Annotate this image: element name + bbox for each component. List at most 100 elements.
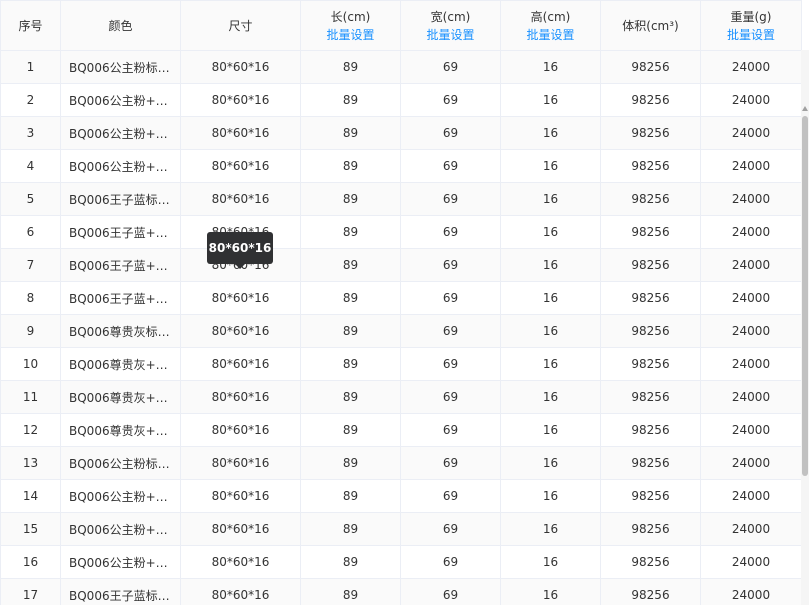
cell-height[interactable]: 16 <box>500 380 601 414</box>
cell-length[interactable]: 89 <box>300 215 401 249</box>
cell-height[interactable]: 16 <box>500 281 601 315</box>
cell-length[interactable]: 89 <box>300 281 401 315</box>
cell-width[interactable]: 69 <box>400 248 501 282</box>
cell-weight[interactable]: 24000 <box>700 182 802 216</box>
cell-length[interactable]: 89 <box>300 248 401 282</box>
cell-color[interactable]: BQ006王子蓝标准... <box>60 182 181 216</box>
cell-color[interactable]: BQ006王子蓝+台... <box>60 248 181 282</box>
cell-width[interactable]: 69 <box>400 512 501 546</box>
vertical-scrollbar[interactable] <box>801 50 809 605</box>
cell-size[interactable]: 80*60*16 <box>180 380 301 414</box>
cell-width[interactable]: 69 <box>400 149 501 183</box>
cell-width[interactable]: 69 <box>400 314 501 348</box>
cell-length[interactable]: 89 <box>300 83 401 117</box>
cell-width[interactable]: 69 <box>400 116 501 150</box>
cell-height[interactable]: 16 <box>500 50 601 84</box>
cell-color[interactable]: BQ006尊贵灰标准... <box>60 314 181 348</box>
cell-length[interactable]: 89 <box>300 149 401 183</box>
cell-height[interactable]: 16 <box>500 578 601 605</box>
cell-size[interactable]: 80*60*16 <box>180 149 301 183</box>
cell-size[interactable]: 80*60*16 <box>180 479 301 513</box>
cell-weight[interactable]: 24000 <box>700 545 802 579</box>
cell-width[interactable]: 69 <box>400 50 501 84</box>
cell-height[interactable]: 16 <box>500 545 601 579</box>
cell-height[interactable]: 16 <box>500 446 601 480</box>
cell-width[interactable]: 69 <box>400 83 501 117</box>
cell-color[interactable]: BQ006公主粉+矫... <box>60 479 181 513</box>
cell-height[interactable]: 16 <box>500 149 601 183</box>
cell-height[interactable]: 16 <box>500 83 601 117</box>
cell-width[interactable]: 69 <box>400 479 501 513</box>
cell-color[interactable]: BQ006公主粉标准... <box>60 446 181 480</box>
cell-width[interactable]: 69 <box>400 446 501 480</box>
cell-length[interactable]: 89 <box>300 413 401 447</box>
cell-width[interactable]: 69 <box>400 578 501 605</box>
cell-color[interactable]: BQ006王子蓝+矫... <box>60 215 181 249</box>
batch-set-weight-link[interactable]: 批量设置 <box>701 26 801 44</box>
cell-length[interactable]: 89 <box>300 512 401 546</box>
cell-weight[interactable]: 24000 <box>700 215 802 249</box>
cell-size[interactable]: 80*60*16 <box>180 545 301 579</box>
scroll-up-arrow-icon[interactable] <box>802 106 808 111</box>
cell-height[interactable]: 16 <box>500 347 601 381</box>
cell-color[interactable]: BQ006公主粉+矫... <box>60 545 181 579</box>
cell-width[interactable]: 69 <box>400 545 501 579</box>
cell-length[interactable]: 89 <box>300 50 401 84</box>
cell-height[interactable]: 16 <box>500 182 601 216</box>
cell-weight[interactable]: 24000 <box>700 314 802 348</box>
cell-height[interactable]: 16 <box>500 116 601 150</box>
cell-height[interactable]: 16 <box>500 479 601 513</box>
cell-height[interactable]: 16 <box>500 314 601 348</box>
cell-width[interactable]: 69 <box>400 182 501 216</box>
cell-height[interactable]: 16 <box>500 413 601 447</box>
cell-size[interactable]: 80*60*16 <box>180 347 301 381</box>
cell-weight[interactable]: 24000 <box>700 149 802 183</box>
cell-weight[interactable]: 24000 <box>700 446 802 480</box>
cell-length[interactable]: 89 <box>300 578 401 605</box>
cell-size[interactable]: 80*60*16 <box>180 413 301 447</box>
cell-size[interactable]: 80*60*16 <box>180 50 301 84</box>
cell-color[interactable]: BQ006尊贵灰+矫... <box>60 347 181 381</box>
cell-weight[interactable]: 24000 <box>700 347 802 381</box>
cell-weight[interactable]: 24000 <box>700 512 802 546</box>
batch-set-height-link[interactable]: 批量设置 <box>501 26 600 44</box>
cell-weight[interactable]: 24000 <box>700 578 802 605</box>
cell-color[interactable]: BQ006王子蓝标准... <box>60 578 181 605</box>
cell-color[interactable]: BQ006尊贵灰+台... <box>60 380 181 414</box>
cell-length[interactable]: 89 <box>300 116 401 150</box>
cell-color[interactable]: BQ006尊贵灰+矫... <box>60 413 181 447</box>
cell-weight[interactable]: 24000 <box>700 116 802 150</box>
cell-width[interactable]: 69 <box>400 380 501 414</box>
cell-size[interactable]: 80*60*16 <box>180 116 301 150</box>
cell-width[interactable]: 69 <box>400 281 501 315</box>
cell-weight[interactable]: 24000 <box>700 248 802 282</box>
cell-width[interactable]: 69 <box>400 413 501 447</box>
cell-length[interactable]: 89 <box>300 314 401 348</box>
cell-color[interactable]: BQ006王子蓝+矫... <box>60 281 181 315</box>
cell-height[interactable]: 16 <box>500 215 601 249</box>
cell-length[interactable]: 89 <box>300 182 401 216</box>
cell-size[interactable]: 80*60*16 <box>180 281 301 315</box>
cell-size[interactable]: 80*60*16 <box>180 314 301 348</box>
cell-size[interactable]: 80*60*16 <box>180 578 301 605</box>
cell-width[interactable]: 69 <box>400 215 501 249</box>
scrollbar-thumb[interactable] <box>802 116 808 476</box>
cell-width[interactable]: 69 <box>400 347 501 381</box>
cell-size[interactable]: 80*60*16 <box>180 83 301 117</box>
cell-size[interactable]: 80*60*16 <box>180 182 301 216</box>
cell-weight[interactable]: 24000 <box>700 281 802 315</box>
cell-weight[interactable]: 24000 <box>700 380 802 414</box>
cell-length[interactable]: 89 <box>300 479 401 513</box>
cell-size[interactable]: 80*60*16 <box>180 512 301 546</box>
cell-color[interactable]: BQ006公主粉标准... <box>60 50 181 84</box>
cell-weight[interactable]: 24000 <box>700 50 802 84</box>
cell-length[interactable]: 89 <box>300 446 401 480</box>
cell-weight[interactable]: 24000 <box>700 83 802 117</box>
cell-weight[interactable]: 24000 <box>700 413 802 447</box>
cell-size[interactable]: 80*60*16 <box>180 446 301 480</box>
cell-weight[interactable]: 24000 <box>700 479 802 513</box>
batch-set-length-link[interactable]: 批量设置 <box>301 26 400 44</box>
cell-color[interactable]: BQ006公主粉+矫... <box>60 149 181 183</box>
cell-height[interactable]: 16 <box>500 248 601 282</box>
cell-color[interactable]: BQ006公主粉+台... <box>60 116 181 150</box>
